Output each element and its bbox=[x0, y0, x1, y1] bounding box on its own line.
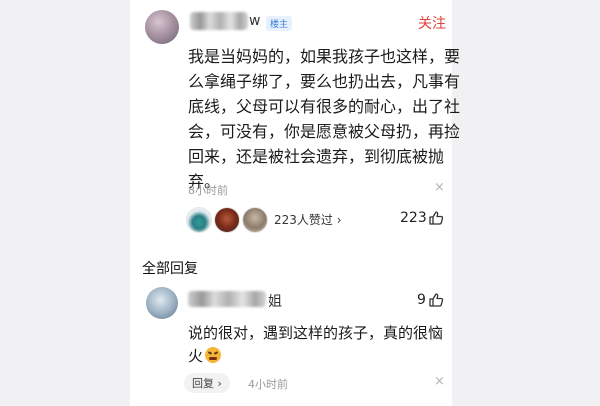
comment-author-name-suffix[interactable]: w bbox=[249, 13, 260, 29]
thumbs-up-icon[interactable] bbox=[428, 292, 444, 308]
reply-author-name-blurred bbox=[188, 291, 266, 307]
comment-line: 底线，父母可以有很多的耐心，出了社 bbox=[188, 97, 461, 116]
comment-line: 我是当妈妈的，如果我孩子也这样，要 bbox=[188, 47, 461, 66]
dismiss-reply-icon[interactable]: × bbox=[434, 374, 445, 389]
right-margin bbox=[452, 0, 600, 406]
comment-line: 会，可没有，你是愿意被父母扔，再捡 bbox=[188, 122, 461, 141]
liker-avatar[interactable] bbox=[214, 207, 240, 233]
comment-line: 回来，还是被社会遗弃，到彻底被抛 bbox=[188, 147, 445, 166]
comment-author-name-blurred bbox=[190, 12, 248, 30]
host-badge: 楼主 bbox=[266, 16, 293, 31]
reply-line-with-emoji: 火 bbox=[188, 345, 428, 368]
left-margin bbox=[0, 0, 130, 406]
reply-content: 说的很对，遇到这样的孩子，真的很恼 火 bbox=[188, 322, 444, 368]
likers-link[interactable]: 223人赞过 › bbox=[274, 211, 342, 228]
comment-author-avatar[interactable] bbox=[145, 10, 179, 44]
reply-time: 4小时前 bbox=[248, 378, 288, 391]
follow-button[interactable]: 关注 bbox=[418, 13, 446, 33]
reply-author-name-suffix[interactable]: 姐 bbox=[268, 291, 282, 311]
reply-like-count: 9 bbox=[417, 292, 426, 308]
angry-face-emoji-icon bbox=[205, 347, 222, 363]
liker-avatar[interactable] bbox=[186, 207, 212, 233]
dismiss-comment-icon[interactable]: × bbox=[434, 180, 445, 195]
all-replies-title: 全部回复 bbox=[142, 261, 198, 277]
reply-author-avatar[interactable] bbox=[146, 287, 178, 319]
comment-content: 我是当妈妈的，如果我孩子也这样，要 么拿绳子绑了，要么也扔出去，凡事有 底线，父… bbox=[188, 44, 461, 194]
reply-line: 说的很对，遇到这样的孩子，真的很恼 bbox=[188, 324, 444, 342]
comment-time: 8小时前 bbox=[188, 184, 228, 197]
reply-line: 火 bbox=[188, 347, 204, 365]
reply-button[interactable]: 回复 › bbox=[184, 373, 230, 393]
comment-line: 么拿绳子绑了，要么也扔出去，凡事有 bbox=[188, 72, 461, 91]
comment-like-count: 223 bbox=[400, 210, 427, 226]
thumbs-up-icon[interactable] bbox=[428, 210, 444, 226]
liker-avatar[interactable] bbox=[242, 207, 268, 233]
